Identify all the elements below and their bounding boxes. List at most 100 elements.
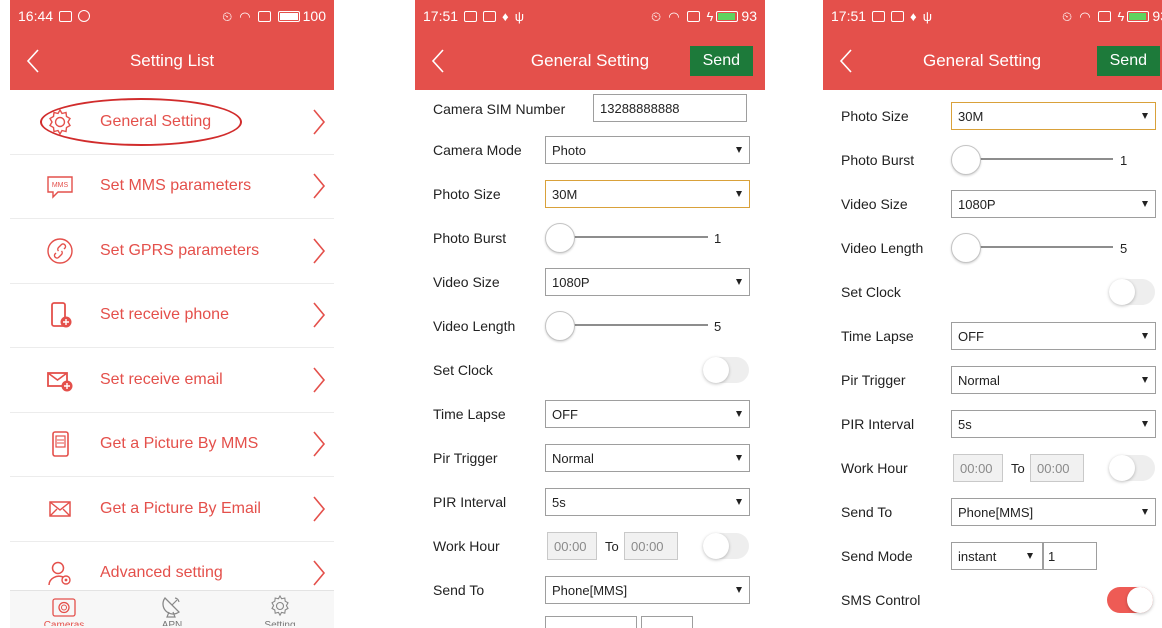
message-icon	[483, 10, 497, 22]
pir-interval-select[interactable]: 5s	[951, 410, 1156, 438]
screen-icon	[257, 10, 271, 22]
work-hour-toggle[interactable]	[703, 533, 749, 559]
list-item-picture-by-mms[interactable]: Get a Picture By MMS	[10, 413, 334, 477]
row-camera-mode: Camera Mode Photo	[415, 128, 765, 172]
photo-burst-value: 1	[1120, 152, 1128, 168]
photo-size-select[interactable]: 30M	[545, 180, 750, 208]
photo-burst-slider[interactable]	[545, 223, 708, 253]
field-label: Camera SIM Number	[433, 101, 566, 117]
message-icon	[891, 10, 905, 22]
video-length-slider[interactable]	[951, 233, 1113, 263]
nav-tab-cameras[interactable]: Cameras	[10, 591, 118, 628]
list-item-receive-email[interactable]: Set receive email	[10, 348, 334, 413]
back-icon[interactable]	[24, 47, 42, 75]
work-hour-from-input[interactable]: 00:00	[547, 532, 597, 560]
video-size-select[interactable]: 1080P	[545, 268, 750, 296]
set-clock-toggle[interactable]	[703, 357, 749, 383]
row-video-size: Video Size 1080P	[823, 182, 1162, 226]
status-bar: 17:51 ♦ ψ ⏲ ◠ ϟ 93	[823, 0, 1162, 32]
dropdown-caret-icon	[736, 147, 742, 153]
video-size-select[interactable]: 1080P	[951, 190, 1156, 218]
field-label: PIR Interval	[433, 494, 507, 510]
send-mode-count-partial[interactable]	[641, 616, 693, 628]
work-hour-to-input[interactable]: 00:00	[624, 532, 678, 560]
list-item-mms-parameters[interactable]: MMS Set MMS parameters	[10, 155, 334, 219]
row-photo-size: Photo Size 30M	[823, 94, 1162, 138]
row-send-mode-partial	[415, 612, 765, 628]
slider-thumb[interactable]	[951, 233, 981, 263]
list-item-label: Set GPRS parameters	[100, 241, 260, 259]
send-mode-select[interactable]: instant	[951, 542, 1043, 570]
send-mode-count-input[interactable]: 1	[1043, 542, 1097, 570]
clock-text: 17:51	[423, 8, 459, 24]
back-icon[interactable]	[429, 47, 447, 75]
send-mode-select-partial[interactable]	[545, 616, 637, 628]
satellite-icon	[159, 594, 185, 618]
send-to-select[interactable]: Phone[MMS]	[545, 576, 750, 604]
send-to-select[interactable]: Phone[MMS]	[951, 498, 1156, 526]
back-icon[interactable]	[837, 47, 855, 75]
list-item-picture-by-email[interactable]: Get a Picture By Email	[10, 477, 334, 542]
photo-burst-slider[interactable]	[951, 145, 1113, 175]
work-hour-toggle[interactable]	[1109, 455, 1155, 481]
general-setting-scrolled-screen: 17:51 ♦ ψ ⏲ ◠ ϟ 93 General Setting Send …	[823, 0, 1162, 628]
bottom-navigation: Cameras APN Setting	[10, 590, 334, 628]
row-send-to: Send To Phone[MMS]	[415, 568, 765, 612]
dropdown-caret-icon	[1142, 421, 1148, 427]
field-label: Set Clock	[433, 362, 493, 378]
battery-icon	[277, 10, 300, 22]
select-value: 1080P	[552, 274, 590, 290]
page-title: Setting List	[129, 51, 215, 70]
nav-tab-setting[interactable]: Setting	[226, 591, 334, 628]
dropdown-caret-icon	[736, 455, 742, 461]
row-set-clock: Set Clock	[823, 270, 1162, 314]
row-sms-control: SMS Control	[823, 578, 1162, 622]
time-lapse-select[interactable]: OFF	[951, 322, 1156, 350]
alarm-icon: ⏲	[651, 8, 662, 24]
list-item-gprs-parameters[interactable]: Set GPRS parameters	[10, 219, 334, 284]
field-label: Work Hour	[841, 460, 908, 476]
sms-control-toggle[interactable]	[1107, 587, 1153, 613]
row-work-hour: Work Hour 00:00 To 00:00	[415, 524, 765, 568]
screen-icon	[1097, 10, 1111, 22]
photo-size-select[interactable]: 30M	[951, 102, 1156, 130]
list-item-receive-phone[interactable]: Set receive phone	[10, 284, 334, 348]
field-label: Time Lapse	[433, 406, 506, 422]
camera-mode-select[interactable]: Photo	[545, 136, 750, 164]
slider-thumb[interactable]	[545, 311, 575, 341]
field-label: PIR Interval	[841, 416, 915, 432]
video-length-slider[interactable]	[545, 311, 708, 341]
nav-tab-label: Setting	[264, 621, 295, 626]
gear-icon	[44, 106, 76, 138]
field-label: Pir Trigger	[433, 450, 498, 466]
row-set-clock: Set Clock	[415, 348, 765, 392]
user-gear-icon	[44, 557, 76, 589]
message-icon	[59, 10, 73, 22]
send-button[interactable]: Send	[1096, 46, 1160, 76]
pir-interval-select[interactable]: 5s	[545, 488, 750, 516]
work-hour-from-input[interactable]: 00:00	[953, 454, 1003, 482]
list-item-general-setting[interactable]: General Setting	[10, 90, 334, 155]
app-header: General Setting Send	[415, 32, 765, 90]
send-button[interactable]: Send	[689, 46, 753, 76]
clock-text: 16:44	[18, 8, 54, 24]
row-time-lapse: Time Lapse OFF	[823, 314, 1162, 358]
nav-tab-apn[interactable]: APN	[118, 591, 226, 628]
select-value: 30M	[958, 108, 984, 124]
slider-thumb[interactable]	[545, 223, 575, 253]
time-lapse-select[interactable]: OFF	[545, 400, 750, 428]
pir-trigger-select[interactable]: Normal	[951, 366, 1156, 394]
clock-text: 17:51	[831, 8, 867, 24]
set-clock-toggle[interactable]	[1109, 279, 1155, 305]
row-send-mode: Send Mode instant 1	[823, 534, 1162, 578]
slider-thumb[interactable]	[951, 145, 981, 175]
field-label: Work Hour	[433, 538, 500, 554]
row-pir-trigger: Pir Trigger Normal	[415, 436, 765, 480]
message-icon	[464, 10, 478, 22]
phone-picture-icon	[44, 428, 76, 460]
work-hour-to-input[interactable]: 00:00	[1030, 454, 1084, 482]
sim-number-input[interactable]: 13288888888	[593, 94, 747, 122]
dropdown-caret-icon	[736, 587, 742, 593]
pir-trigger-select[interactable]: Normal	[545, 444, 750, 472]
dropdown-caret-icon	[1142, 377, 1148, 383]
